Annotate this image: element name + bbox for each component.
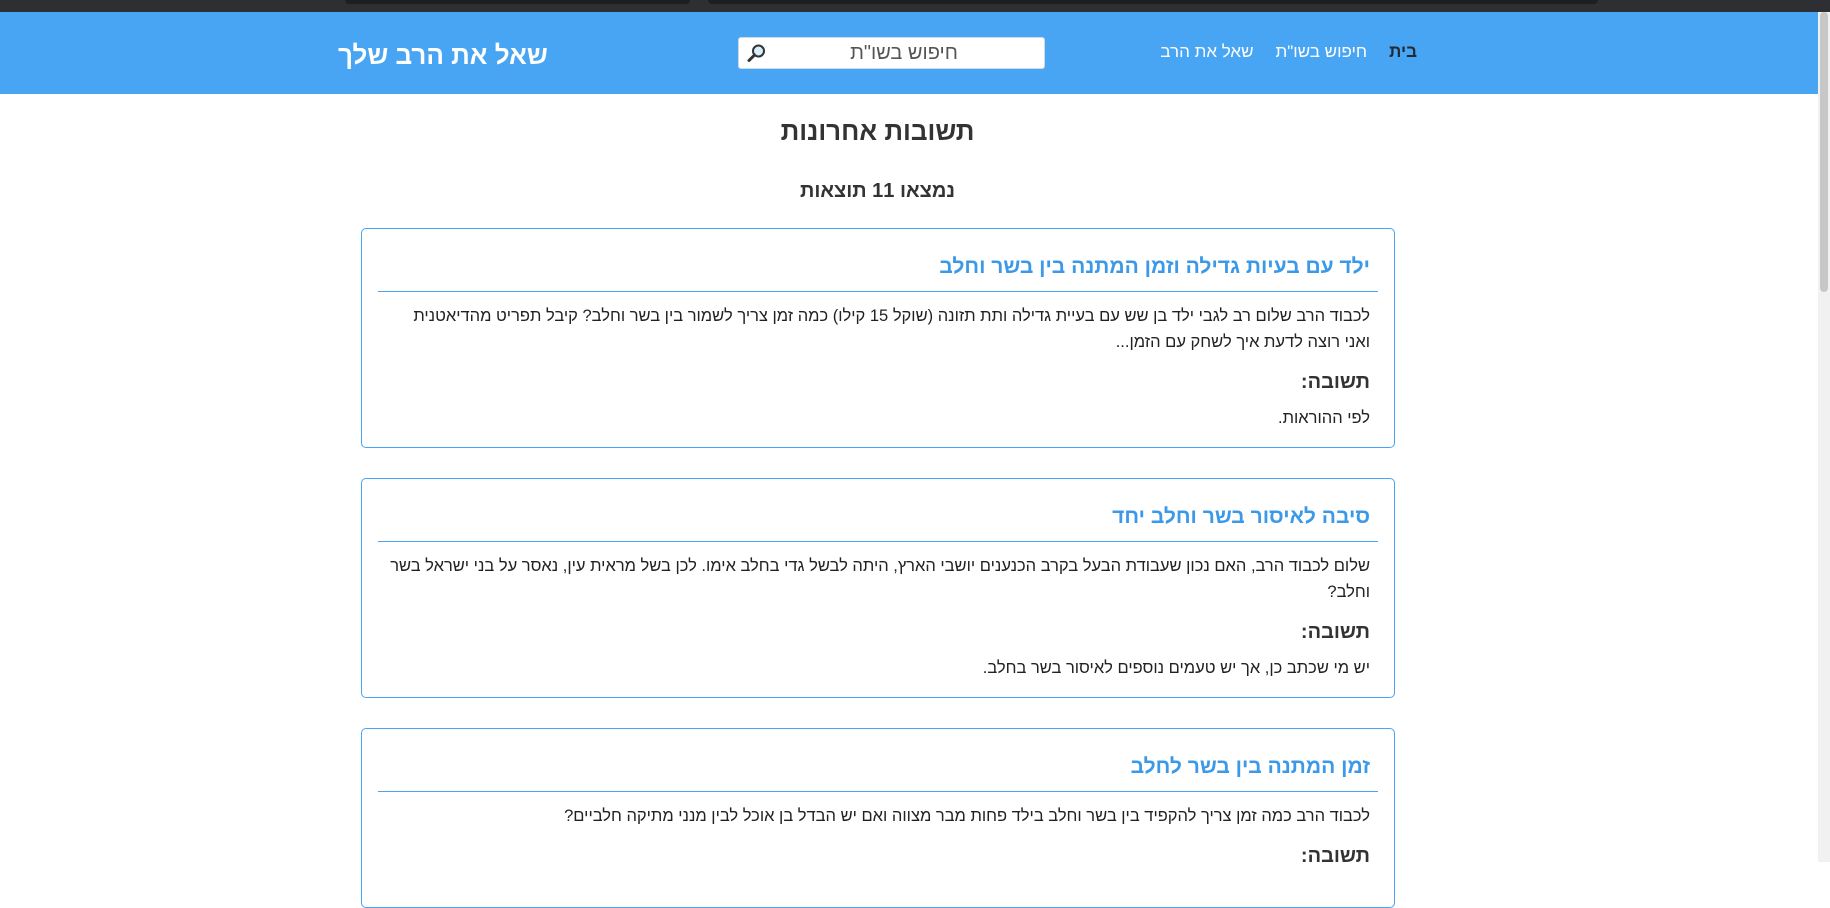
page-title: תשובות אחרונות (780, 116, 975, 146)
answer-text: יש מי שכתב כן, אך יש טעמים נוספים לאיסור… (982, 659, 1370, 677)
question-title-link[interactable]: זמן המתנה בין בשר לחלב (1131, 755, 1370, 779)
question-title-link[interactable]: ילד עם בעיות גדילה וזמן המתנה בין בשר וח… (939, 255, 1370, 279)
scrollbar-thumb[interactable] (1820, 12, 1828, 292)
answer-label: תשובה: (1300, 845, 1370, 867)
site-brand[interactable]: שאל את הרב שלך (338, 40, 548, 71)
answer-label: תשובה: (1300, 621, 1370, 643)
browser-tab[interactable] (345, 0, 690, 4)
answer-label: תשובה: (1300, 371, 1370, 393)
answer-text: לפי ההוראות. (1278, 409, 1370, 427)
search-input[interactable] (773, 38, 1035, 68)
nav-menu: בית חיפוש בשו"ת שאל את הרב (1160, 42, 1417, 62)
card-divider (378, 541, 1378, 542)
question-text: לכבוד הרב שלום רב לגבי ילד בן שש עם בעיי… (413, 307, 1370, 351)
answer-card: זמן המתנה בין בשר לחלב לכבוד הרב כמה זמן… (361, 728, 1395, 908)
card-divider (378, 791, 1378, 792)
nav-home-link[interactable]: בית (1389, 42, 1417, 62)
browser-tab[interactable] (708, 0, 1598, 4)
browser-top-strip (0, 0, 1830, 12)
page-scrollbar[interactable] (1818, 12, 1830, 862)
question-title-link[interactable]: סיבה לאיסור בשר וחלב יחד (1112, 505, 1370, 529)
search-icon[interactable] (747, 43, 767, 63)
search-box[interactable] (738, 37, 1045, 69)
nav-ask-rabbi-link[interactable]: שאל את הרב (1160, 42, 1253, 62)
results-count: נמצאו 11 תוצאות (800, 180, 955, 202)
question-text: שלום לכבוד הרב, האם נכון שעבודת הבעל בקר… (390, 557, 1370, 601)
navbar: שאל את הרב שלך בית חיפוש בשו"ת שאל את הר… (0, 12, 1830, 94)
question-text: לכבוד הרב כמה זמן צריך להקפיד בין בשר וח… (564, 807, 1370, 825)
answer-card: ילד עם בעיות גדילה וזמן המתנה בין בשר וח… (361, 228, 1395, 448)
answer-card: סיבה לאיסור בשר וחלב יחד שלום לכבוד הרב,… (361, 478, 1395, 698)
card-divider (378, 291, 1378, 292)
nav-search-link[interactable]: חיפוש בשו"ת (1276, 42, 1368, 62)
